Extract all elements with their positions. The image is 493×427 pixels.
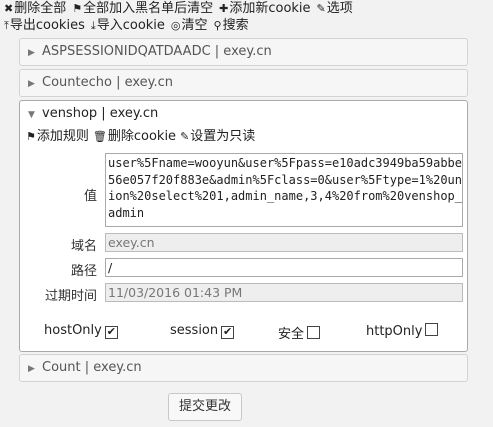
search-button[interactable]: ⚲搜索: [214, 17, 249, 34]
submit-changes-button[interactable]: 提交更改: [168, 393, 242, 421]
toolbar: ✖删除全部 ⚑全部加入黑名单后清空 ✚添加新cookie ✎选项 ⤒导出cookies…: [4, 0, 484, 34]
cookie-actions: ⚑添加规则 🗑删除cookie ✎设置为只读: [26, 128, 259, 146]
search-icon: ⚲: [213, 19, 222, 32]
session-flag[interactable]: session ✔: [170, 323, 235, 339]
trash-icon: 🗑: [92, 130, 107, 143]
secure-checkbox[interactable]: [307, 326, 321, 339]
import-icon: ⤓: [90, 19, 96, 32]
clear-icon: ◎: [170, 19, 181, 32]
wrench-icon: ✎: [316, 2, 326, 15]
delete-cookie-button[interactable]: 🗑删除cookie: [93, 128, 176, 146]
session-checkbox[interactable]: ✔: [221, 326, 235, 339]
triangle-right-icon: ▶: [28, 79, 35, 89]
path-label: 路径: [70, 264, 97, 279]
domain-label: 域名: [70, 239, 97, 254]
httponly-flag[interactable]: httpOnly: [366, 323, 439, 339]
cookie-item-expanded[interactable]: ▼ venshop | exey.cn ⚑添加规则 🗑删除cookie ✎设置为只读 …: [19, 100, 468, 352]
cookie-editor: ⚑添加规则 🗑删除cookie ✎设置为只读 值 user%5Fname=wooyu…: [20, 127, 467, 351]
wrench-icon: ✎: [180, 130, 190, 143]
hostonly-flag[interactable]: hostOnly ✔: [44, 323, 118, 339]
options-button[interactable]: ✎选项: [317, 0, 353, 17]
expires-label: 过期时间: [44, 289, 97, 304]
blacklist-all-button[interactable]: ⚑全部加入黑名单后清空: [72, 0, 213, 17]
cookie-header[interactable]: ▶ Countecho | exey.cn: [20, 70, 467, 96]
set-readonly-button[interactable]: ✎设置为只读: [180, 128, 255, 146]
import-cookie-button[interactable]: ⤓导入cookie: [91, 17, 165, 34]
delete-all-button[interactable]: ✖删除全部: [4, 0, 66, 17]
expires-field[interactable]: 11/03/2016 01:43 PM: [105, 283, 463, 302]
add-rule-button[interactable]: ⚑添加规则: [26, 128, 89, 146]
cookie-item[interactable]: ▶ ASPSESSIONIDQATDAADC | exey.cn: [19, 38, 468, 66]
hostonly-checkbox[interactable]: ✔: [104, 326, 118, 339]
cookie-item[interactable]: ▶ Count | exey.cn: [19, 354, 468, 382]
path-field[interactable]: /: [105, 258, 463, 277]
flag-icon: ⚑: [72, 2, 83, 15]
httponly-checkbox[interactable]: [425, 323, 439, 336]
triangle-right-icon: ▶: [28, 48, 35, 58]
secure-flag[interactable]: 安全: [278, 323, 321, 342]
add-cookie-button[interactable]: ✚添加新cookie: [219, 0, 310, 17]
triangle-right-icon: ▶: [28, 364, 35, 374]
cookie-header[interactable]: ▼ venshop | exey.cn: [20, 101, 467, 127]
cookie-header[interactable]: ▶ Count | exey.cn: [20, 355, 467, 381]
triangle-down-icon: ▼: [28, 110, 35, 120]
cookie-item[interactable]: ▶ Countecho | exey.cn: [19, 69, 468, 97]
cookie-header[interactable]: ▶ ASPSESSIONIDQATDAADC | exey.cn: [20, 39, 467, 65]
export-cookies-button[interactable]: ⤒导出cookies: [4, 17, 85, 34]
value-label: 值: [83, 189, 97, 204]
flag-icon: ⚑: [26, 130, 36, 143]
export-icon: ⤒: [4, 19, 9, 32]
domain-field[interactable]: exey.cn: [105, 233, 463, 252]
plus-icon: ✚: [219, 2, 229, 15]
close-icon: ✖: [4, 2, 14, 15]
value-textarea[interactable]: user%5Fname=wooyun&user%5Fpass=e10adc394…: [105, 153, 463, 227]
clear-button[interactable]: ◎清空: [171, 17, 208, 34]
